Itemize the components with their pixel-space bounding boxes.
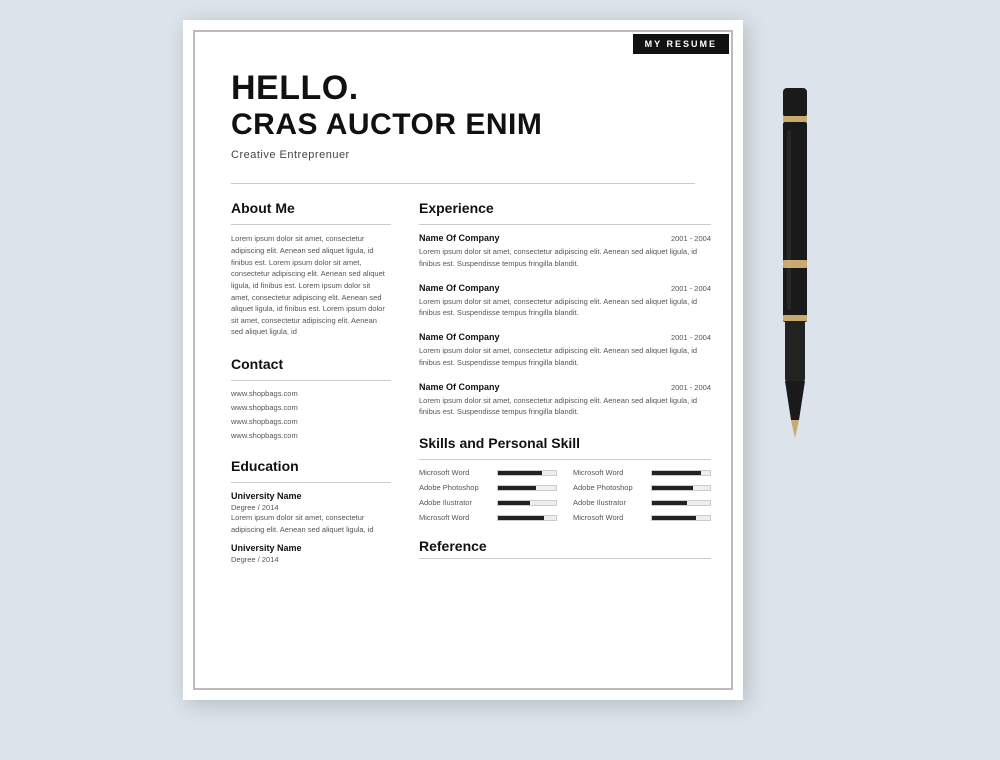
education-divider	[231, 482, 391, 483]
exp-header-3: Name Of Company 2001 - 2004	[419, 332, 711, 342]
skill-bar-3	[497, 485, 557, 491]
contact-title: Contact	[231, 356, 391, 372]
exp-entry-4: Name Of Company 2001 - 2004 Lorem ipsum …	[419, 382, 711, 418]
skill-name-8: Microsoft Word	[573, 513, 645, 522]
education-title: Education	[231, 458, 391, 474]
edu-name-1: University Name	[231, 491, 391, 501]
header-divider	[231, 183, 695, 184]
edu-degree-1: Degree / 2014	[231, 503, 391, 512]
skill-bar-5	[497, 500, 557, 506]
header-section: HELLO. CRAS AUCTOR ENIM Creative Entrepr…	[231, 70, 695, 161]
exp-company-1: Name Of Company	[419, 233, 500, 243]
skill-bar-8	[651, 515, 711, 521]
about-divider	[231, 224, 391, 225]
exp-desc-3: Lorem ipsum dolor sit amet, consectetur …	[419, 345, 711, 368]
exp-desc-4: Lorem ipsum dolor sit amet, consectetur …	[419, 395, 711, 418]
skill-fill-5	[498, 501, 530, 505]
skill-bar-7	[497, 515, 557, 521]
skill-name-5: Adobe Ilustrator	[419, 498, 491, 507]
edu-text-1: Lorem ipsum dolor sit amet, consectetur …	[231, 512, 391, 535]
skill-bar-2	[651, 470, 711, 476]
skill-name-6: Adobe Ilustrator	[573, 498, 645, 507]
skill-name-3: Adobe Photoshop	[419, 483, 491, 492]
exp-date-1: 2001 - 2004	[671, 234, 711, 243]
skill-name-4: Adobe Photoshop	[573, 483, 645, 492]
pen-container	[773, 20, 817, 440]
reference-divider	[419, 558, 711, 559]
contact-divider	[231, 380, 391, 381]
contact-item-4: www.shopbags.com	[231, 431, 391, 440]
about-text: Lorem ipsum dolor sit amet, consectetur …	[231, 233, 391, 338]
skill-name-7: Microsoft Word	[419, 513, 491, 522]
exp-date-2: 2001 - 2004	[671, 284, 711, 293]
about-title: About Me	[231, 200, 391, 216]
skill-bar-4	[651, 485, 711, 491]
skill-fill-1	[498, 471, 542, 475]
skill-fill-4	[652, 486, 693, 490]
reference-title: Reference	[419, 538, 711, 554]
exp-entry-3: Name Of Company 2001 - 2004 Lorem ipsum …	[419, 332, 711, 368]
skill-fill-7	[498, 516, 544, 520]
skills-grid: Microsoft Word Microsoft Word	[419, 468, 711, 522]
contact-item-3: www.shopbags.com	[231, 417, 391, 426]
experience-divider	[419, 224, 711, 225]
exp-desc-2: Lorem ipsum dolor sit amet, consectetur …	[419, 296, 711, 319]
resume-badge: MY RESUME	[633, 34, 729, 54]
skill-row-6: Adobe Ilustrator	[573, 498, 711, 507]
contact-item-1: www.shopbags.com	[231, 389, 391, 398]
exp-date-4: 2001 - 2004	[671, 383, 711, 392]
exp-entry-1: Name Of Company 2001 - 2004 Lorem ipsum …	[419, 233, 711, 269]
name-text: CRAS AUCTOR ENIM	[231, 107, 695, 143]
skill-row-4: Adobe Photoshop	[573, 483, 711, 492]
skill-bar-1	[497, 470, 557, 476]
exp-header-2: Name Of Company 2001 - 2004	[419, 283, 711, 293]
skill-bar-6	[651, 500, 711, 506]
skill-row-5: Adobe Ilustrator	[419, 498, 557, 507]
exp-company-3: Name Of Company	[419, 332, 500, 342]
skill-row-3: Adobe Photoshop	[419, 483, 557, 492]
exp-header-1: Name Of Company 2001 - 2004	[419, 233, 711, 243]
skill-fill-8	[652, 516, 696, 520]
exp-entry-2: Name Of Company 2001 - 2004 Lorem ipsum …	[419, 283, 711, 319]
skills-divider	[419, 459, 711, 460]
skill-row-2: Microsoft Word	[573, 468, 711, 477]
skill-name-1: Microsoft Word	[419, 468, 491, 477]
skill-name-2: Microsoft Word	[573, 468, 645, 477]
scene: MY RESUME HELLO. CRAS AUCTOR ENIM Creati…	[20, 20, 980, 740]
exp-desc-1: Lorem ipsum dolor sit amet, consectetur …	[419, 246, 711, 269]
skills-title: Skills and Personal Skill	[419, 435, 711, 451]
hello-text: HELLO.	[231, 70, 695, 107]
exp-header-4: Name Of Company 2001 - 2004	[419, 382, 711, 392]
right-column: Experience Name Of Company 2001 - 2004 L…	[419, 200, 711, 567]
exp-date-3: 2001 - 2004	[671, 333, 711, 342]
skill-row-7: Microsoft Word	[419, 513, 557, 522]
experience-title: Experience	[419, 200, 711, 216]
contact-item-2: www.shopbags.com	[231, 403, 391, 412]
pen-illustration	[773, 80, 817, 440]
skill-fill-6	[652, 501, 687, 505]
resume-content: HELLO. CRAS AUCTOR ENIM Creative Entrepr…	[193, 30, 733, 690]
exp-company-2: Name Of Company	[419, 283, 500, 293]
subtitle: Creative Entreprenuer	[231, 149, 695, 161]
skill-row-8: Microsoft Word	[573, 513, 711, 522]
exp-company-4: Name Of Company	[419, 382, 500, 392]
skill-fill-3	[498, 486, 536, 490]
left-column: About Me Lorem ipsum dolor sit amet, con…	[231, 200, 391, 567]
resume-paper: MY RESUME HELLO. CRAS AUCTOR ENIM Creati…	[183, 20, 743, 700]
edu-degree-2: Degree / 2014	[231, 555, 391, 564]
edu-name-2: University Name	[231, 543, 391, 553]
skill-row-1: Microsoft Word	[419, 468, 557, 477]
skill-fill-2	[652, 471, 701, 475]
columns: About Me Lorem ipsum dolor sit amet, con…	[231, 200, 695, 567]
